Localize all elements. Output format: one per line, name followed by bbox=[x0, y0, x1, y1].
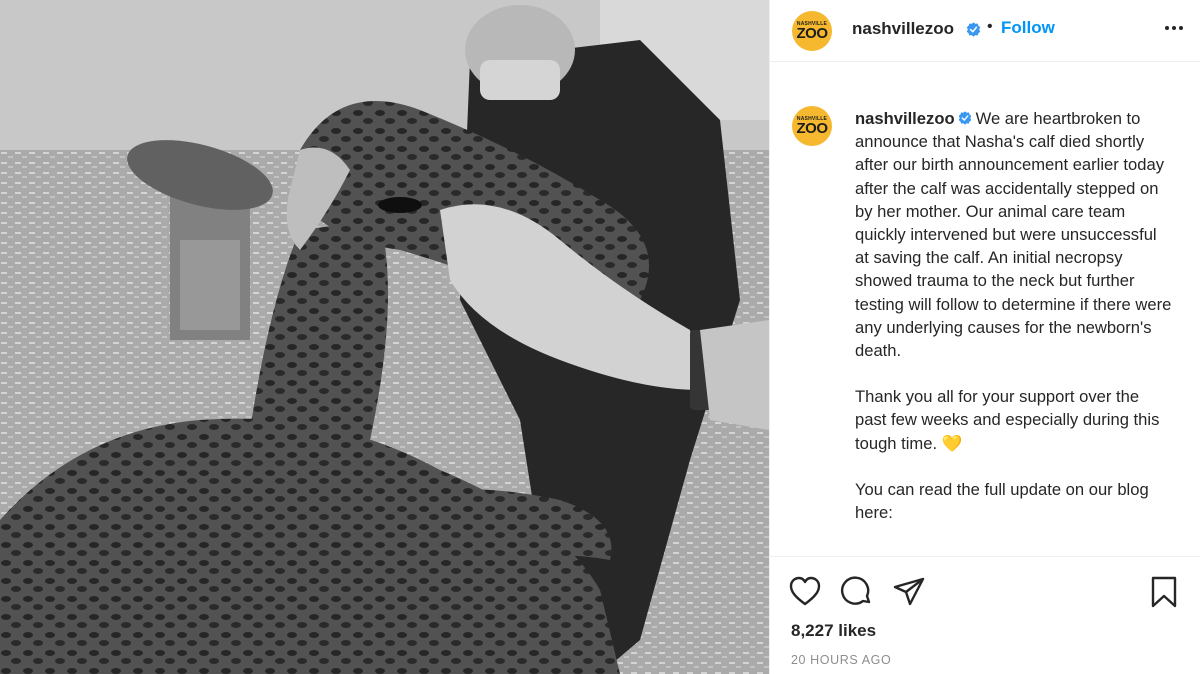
avatar-logo-text: ZOO bbox=[796, 119, 829, 137]
caption-text-3: You can read the full update on our blog… bbox=[855, 479, 1149, 523]
comment-icon[interactable] bbox=[840, 575, 874, 609]
more-options-icon[interactable] bbox=[1162, 16, 1186, 40]
caption-paragraph: Thank you all for your support over the … bbox=[855, 385, 1173, 455]
verified-badge-icon bbox=[966, 22, 981, 37]
caption-username[interactable]: nashvillezoo bbox=[855, 109, 955, 128]
likes-count[interactable]: 8,227 likes bbox=[791, 621, 876, 641]
bookmark-icon[interactable] bbox=[1147, 575, 1181, 609]
caption-text-1: We are heartbroken to announce that Nash… bbox=[855, 109, 1172, 361]
post-timestamp[interactable]: 20 HOURS AGO bbox=[791, 653, 891, 667]
header-separator: • bbox=[987, 18, 993, 35]
share-icon[interactable] bbox=[892, 575, 926, 609]
header-username[interactable]: nashvillezoo bbox=[852, 19, 954, 39]
follow-button[interactable]: Follow bbox=[1001, 18, 1055, 38]
post-photo[interactable] bbox=[0, 0, 769, 674]
caption-area: NASHVILLE ZOO nashvillezoo We are heartbr… bbox=[770, 62, 1200, 556]
caption-avatar[interactable]: NASHVILLE ZOO bbox=[792, 106, 832, 146]
heart-icon[interactable] bbox=[788, 575, 822, 609]
verified-badge-icon bbox=[958, 111, 971, 125]
caption-text-2: Thank you all for your support over the … bbox=[855, 387, 1160, 453]
post-actions: 8,227 likes 20 HOURS AGO bbox=[770, 556, 1200, 674]
post-header: NASHVILLE ZOO nashvillezoo • Follow bbox=[770, 0, 1200, 62]
instagram-post: NASHVILLE ZOO nashvillezoo • Follow NASH… bbox=[0, 0, 1200, 674]
post-caption: nashvillezoo We are heartbroken to announ… bbox=[855, 107, 1173, 547]
account-avatar[interactable]: NASHVILLE ZOO bbox=[792, 11, 832, 51]
caption-paragraph: You can read the full update on our blog… bbox=[855, 478, 1173, 524]
avatar-logo-text: ZOO bbox=[796, 24, 829, 42]
caption-paragraph: nashvillezoo We are heartbroken to announ… bbox=[855, 107, 1173, 362]
post-sidebar: NASHVILLE ZOO nashvillezoo • Follow NASH… bbox=[769, 0, 1200, 674]
giraffe-calf-photo bbox=[0, 0, 769, 674]
